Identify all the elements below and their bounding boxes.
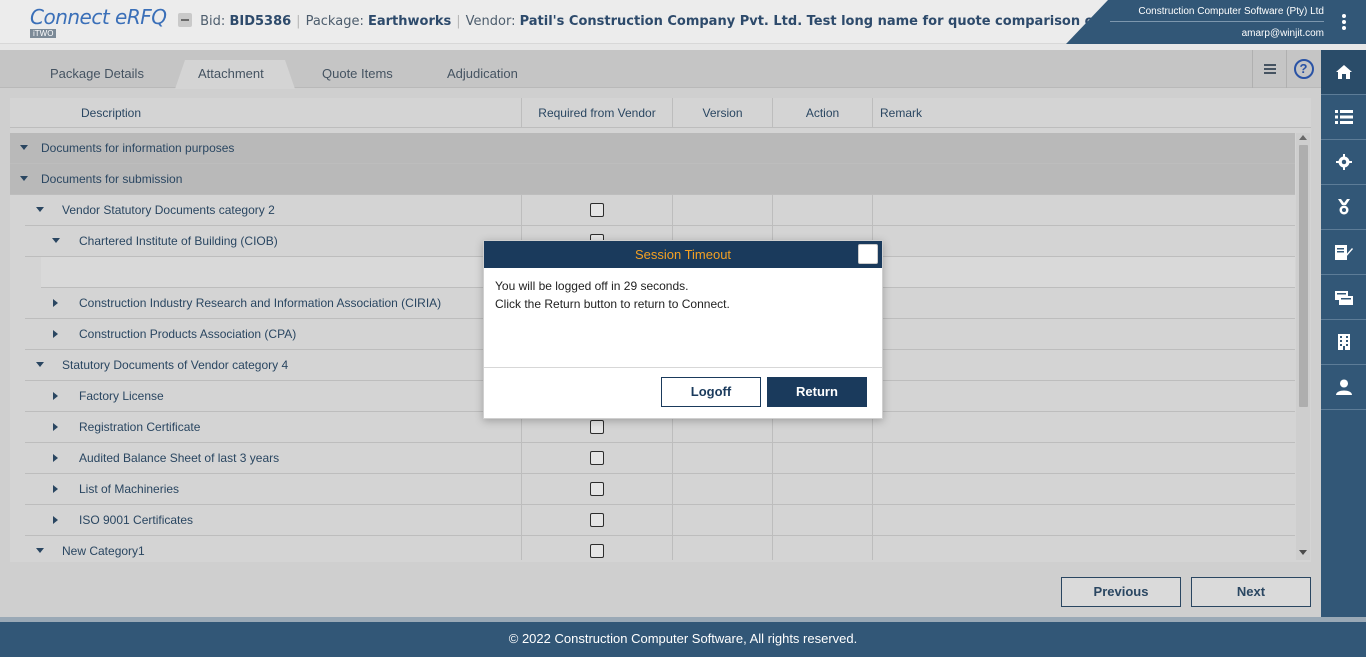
bid-info: Bid: BID5386 | Package: Earthworks | Vendor:… xyxy=(178,13,1184,29)
dialog-message-line2: Click the Return button to return to Con… xyxy=(495,297,730,311)
sign-document-icon[interactable] xyxy=(1321,230,1366,275)
user-panel: Construction Computer Software (Pty) Ltd… xyxy=(1066,0,1366,44)
user-icon[interactable] xyxy=(1321,365,1366,410)
connect-erfq-logo[interactable]: Connect eRFQ iTWO xyxy=(30,6,170,38)
session-timeout-dialog: Session Timeout You will be logged off i… xyxy=(483,240,883,419)
building-icon[interactable] xyxy=(1321,320,1366,365)
list-icon[interactable] xyxy=(1321,95,1366,140)
app-header: Connect eRFQ iTWO Bid: BID5386 | Package: … xyxy=(0,0,1366,44)
bid-value: BID5386 xyxy=(229,14,292,29)
gear-icon[interactable] xyxy=(1321,140,1366,185)
dialog-body: You will be logged off in 29 seconds. Cl… xyxy=(484,268,882,367)
home-icon[interactable] xyxy=(1321,50,1366,95)
user-email: amarp@winjit.com xyxy=(1241,28,1324,39)
vendor-label: Vendor: xyxy=(465,14,516,29)
logo-sub: iTWO xyxy=(30,29,57,38)
award-icon[interactable] xyxy=(1321,185,1366,230)
package-value: Earthworks xyxy=(367,14,452,29)
bid-label: Bid: xyxy=(200,14,226,29)
right-sidebar xyxy=(1321,50,1366,617)
logoff-button[interactable]: Logoff xyxy=(661,377,761,407)
return-button[interactable]: Return xyxy=(767,377,867,407)
quote-icon[interactable] xyxy=(1321,275,1366,320)
dialog-title: Session Timeout xyxy=(634,247,732,262)
dialog-close-button[interactable] xyxy=(858,244,878,264)
package-label: Package: xyxy=(305,14,364,29)
dialog-message-line1: You will be logged off in 29 seconds. xyxy=(495,279,689,293)
company-name: Construction Computer Software (Pty) Ltd xyxy=(1138,6,1324,17)
more-menu-icon[interactable] xyxy=(1342,14,1346,30)
dialog-title-bar: Session Timeout xyxy=(484,241,882,268)
logo-text: Connect eRFQ xyxy=(30,5,167,29)
pin-icon[interactable] xyxy=(178,13,192,27)
footer: © 2022 Construction Computer Software, A… xyxy=(0,617,1366,657)
